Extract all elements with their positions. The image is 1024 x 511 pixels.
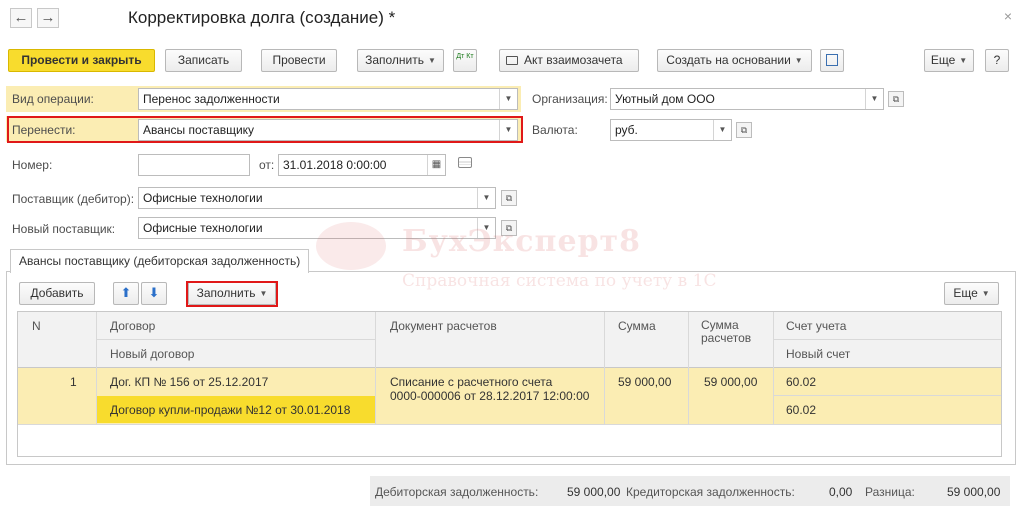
save-button[interactable]: Записать	[165, 49, 242, 72]
more-label: Еще	[930, 53, 956, 67]
number-label: Номер:	[12, 158, 53, 172]
watermark-title: БухЭксперт8	[402, 224, 642, 259]
dropdown-icon[interactable]: ▼	[865, 89, 883, 109]
debit-value: 59 000,00	[567, 485, 621, 499]
col-separator	[96, 312, 97, 424]
row-new-account[interactable]: 60.02	[786, 403, 816, 417]
window-title: Корректировка долга (создание) *	[128, 8, 396, 27]
diff-value: 59 000,00	[947, 485, 1001, 499]
highlight-frame	[7, 116, 523, 143]
dt-kt-icon[interactable]: Дт Кт	[453, 49, 477, 72]
totals-bar: Дебиторская задолженность: 59 000,00 Кре…	[370, 476, 1010, 506]
calendar-icon[interactable]: ▦	[427, 155, 445, 175]
back-button[interactable]: ←	[10, 8, 32, 28]
header-divider	[96, 339, 376, 340]
tab-more-button[interactable]: Еще ▼	[944, 282, 999, 305]
row-bottom-line	[18, 424, 1001, 425]
date-from-label: от:	[259, 158, 275, 172]
supplier-value: Офисные технологии	[143, 191, 263, 205]
debit-label: Дебиторская задолженность:	[375, 485, 539, 499]
structure-glyph	[826, 54, 838, 66]
dt-kt-label: Дт Кт	[456, 53, 474, 60]
new-supplier-value: Офисные технологии	[143, 221, 263, 235]
create-based-button[interactable]: Создать на основании ▼	[657, 49, 812, 72]
forward-button[interactable]: →	[37, 8, 59, 28]
act-label: Акт взаимозачета	[524, 53, 623, 67]
col-doc[interactable]: Документ расчетов	[390, 319, 497, 333]
col-sum-settle[interactable]: Сумма расчетов	[701, 319, 761, 345]
row-new-contract[interactable]: Договор купли-продажи №12 от 30.01.2018	[110, 403, 350, 417]
operation-field[interactable]: Перенос задолженности ▼	[138, 88, 518, 110]
more-button[interactable]: Еще ▼	[924, 49, 974, 72]
col-n[interactable]: N	[32, 319, 41, 333]
header-divider	[773, 339, 1001, 340]
watermark-logo	[316, 222, 386, 270]
operation-value: Перенос задолженности	[143, 92, 280, 106]
tab-more-label: Еще	[953, 286, 978, 300]
row-sum-settle[interactable]: 59 000,00	[704, 375, 757, 389]
col-account[interactable]: Счет учета	[786, 319, 846, 333]
col-separator	[375, 312, 376, 424]
col-separator	[773, 312, 774, 424]
row-account[interactable]: 60.02	[786, 375, 816, 389]
act-button[interactable]: Акт взаимозачета	[499, 49, 639, 72]
org-label: Организация:	[532, 92, 608, 106]
diff-label: Разница:	[865, 485, 915, 499]
row-sum[interactable]: 59 000,00	[618, 375, 671, 389]
caret-down-icon: ▼	[959, 56, 968, 66]
col-contract[interactable]: Договор	[110, 319, 155, 333]
org-field[interactable]: Уютный дом ООО ▼	[610, 88, 884, 110]
supplier-label: Поставщик (дебитор):	[12, 192, 135, 206]
row-doc-line2[interactable]: 0000-000006 от 28.12.2017 12:00:00	[390, 389, 589, 403]
move-up-icon[interactable]: ⬆	[113, 282, 139, 305]
close-icon[interactable]: ×	[1004, 8, 1012, 24]
row-n: 1	[70, 375, 77, 389]
caret-down-icon: ▼	[981, 289, 990, 299]
move-down-icon[interactable]: ⬇	[141, 282, 167, 305]
add-button[interactable]: Добавить	[19, 282, 95, 305]
dropdown-icon[interactable]: ▼	[499, 89, 517, 109]
row-divider	[773, 395, 1001, 396]
caret-down-icon: ▼	[428, 56, 436, 66]
open-icon[interactable]: ⧉	[888, 91, 904, 107]
arrow-right-icon: →	[40, 9, 56, 26]
currency-value: руб.	[615, 123, 638, 137]
number-field[interactable]	[138, 154, 250, 176]
col-separator	[604, 312, 605, 424]
advances-table: N Договор Новый договор Документ расчето…	[17, 311, 1002, 457]
currency-field[interactable]: руб. ▼	[610, 119, 732, 141]
row-doc-line1[interactable]: Списание с расчетного счета	[390, 375, 552, 389]
printer-icon	[506, 56, 518, 65]
open-icon[interactable]: ⧉	[736, 122, 752, 138]
new-supplier-label: Новый поставщик:	[12, 222, 116, 236]
tab-advances[interactable]: Авансы поставщику (дебиторская задолженн…	[10, 249, 310, 273]
col-sum[interactable]: Сумма	[618, 319, 656, 333]
col-new-account[interactable]: Новый счет	[786, 347, 850, 361]
fill-button[interactable]: Заполнить ▼	[357, 49, 444, 72]
structure-icon[interactable]	[820, 49, 844, 72]
create-based-label: Создать на основании	[666, 53, 791, 67]
caret-down-icon: ▼	[794, 56, 803, 66]
date-value: 31.01.2018 0:00:00	[283, 158, 387, 172]
comment-icon[interactable]	[458, 157, 472, 168]
fill-highlight-frame	[186, 281, 278, 307]
credit-label: Кредиторская задолженность:	[626, 485, 795, 499]
post-button[interactable]: Провести	[261, 49, 337, 72]
date-field[interactable]: 31.01.2018 0:00:00 ▦	[278, 154, 446, 176]
fill-label: Заполнить	[365, 53, 424, 67]
col-new-contract[interactable]: Новый договор	[110, 347, 194, 361]
operation-label: Вид операции:	[12, 92, 94, 106]
post-and-close-button[interactable]: Провести и закрыть	[8, 49, 155, 72]
dropdown-icon[interactable]: ▼	[713, 120, 731, 140]
open-icon[interactable]: ⧉	[501, 190, 517, 206]
dropdown-icon[interactable]: ▼	[477, 188, 495, 208]
org-value: Уютный дом ООО	[615, 92, 715, 106]
row-contract[interactable]: Дог. КП № 156 от 25.12.2017	[110, 375, 268, 389]
currency-label: Валюта:	[532, 123, 578, 137]
credit-value: 0,00	[829, 485, 853, 499]
arrow-left-icon: ←	[13, 9, 29, 26]
col-separator	[688, 312, 689, 424]
supplier-field[interactable]: Офисные технологии ▼	[138, 187, 496, 209]
help-button[interactable]: ?	[985, 49, 1009, 72]
